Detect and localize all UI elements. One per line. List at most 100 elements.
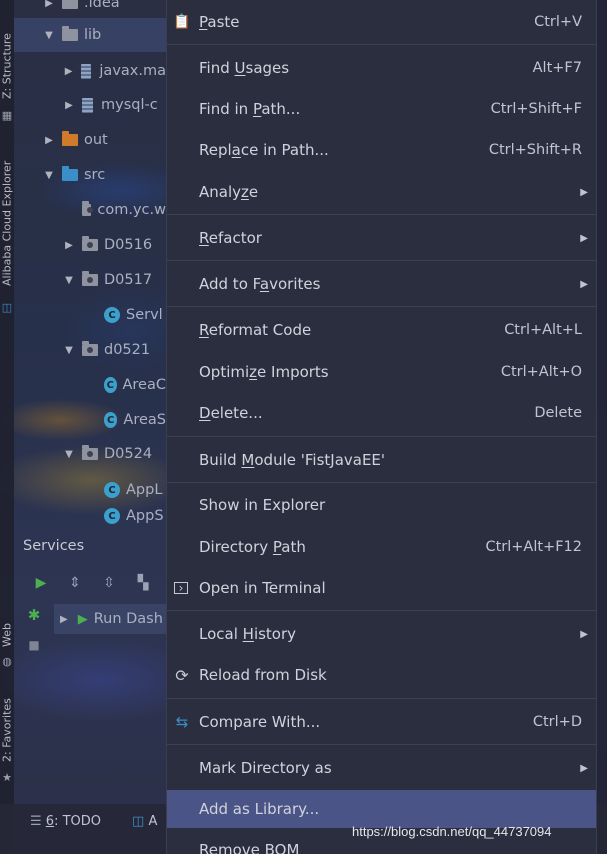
tree-item-areas-class[interactable]: C AreaS <box>14 403 166 437</box>
menu-separator <box>167 698 596 699</box>
compare-icon: ⇆ <box>175 713 189 731</box>
services-panel-title: Services <box>23 538 85 554</box>
tree-item-d0521[interactable]: ▼ d0521 <box>14 333 166 367</box>
class-icon: C <box>104 412 118 428</box>
tree-item-out[interactable]: ▶ out <box>14 123 166 157</box>
alibaba-cloud-icon: ◫ <box>1 301 13 314</box>
collapse-all-icon[interactable]: ⇳ <box>94 575 124 591</box>
shortcut-label: Alt+F7 <box>532 60 582 76</box>
tree-item-apps-class[interactable]: C AppS <box>14 508 166 528</box>
editor-edge <box>597 0 607 854</box>
menu-item-replace-in-path[interactable]: Replace in Path... Ctrl+Shift+R <box>167 130 596 170</box>
tree-item-com-yc[interactable]: com.yc.w <box>14 193 166 227</box>
list-icon: ☰ <box>30 814 42 829</box>
chevron-right-icon[interactable]: ▶ <box>44 0 54 9</box>
shortcut-label: Ctrl+Shift+R <box>488 142 582 158</box>
watermark: https://blog.csdn.net/qq_44737094 <box>352 824 552 839</box>
menu-item-delete[interactable]: Delete... Delete <box>167 393 596 433</box>
package-icon <box>82 271 98 286</box>
chevron-right-icon[interactable]: ▶ <box>64 100 74 111</box>
menu-item-optimize-imports[interactable]: Optimize Imports Ctrl+Alt+O <box>167 352 596 392</box>
jar-icon <box>82 97 93 113</box>
package-icon <box>82 201 94 216</box>
menu-item-open-in-terminal[interactable]: › Open in Terminal <box>167 568 596 608</box>
shortcut-label: Delete <box>534 405 582 421</box>
shortcut-label: Ctrl+Alt+O <box>500 364 582 380</box>
tree-item-d0517[interactable]: ▼ D0517 <box>14 263 166 297</box>
package-icon <box>82 236 98 251</box>
tree-item-lib[interactable]: ▼ lib <box>14 18 166 52</box>
menu-item-add-to-favorites[interactable]: Add to Favorites ▶ <box>167 264 596 304</box>
submenu-arrow-icon: ▶ <box>580 232 588 244</box>
star-icon: ★ <box>2 771 12 784</box>
chevron-right-icon[interactable]: ▶ <box>64 240 74 251</box>
debug-icon[interactable]: ✱ <box>14 600 54 630</box>
tree-item-areac-class[interactable]: C AreaC <box>14 368 166 402</box>
menu-item-add-as-library[interactable]: Add as Library... <box>167 790 596 828</box>
menu-separator <box>167 436 596 437</box>
menu-item-reload-from-disk[interactable]: ⟳ Reload from Disk <box>167 655 596 695</box>
chevron-right-icon[interactable]: ▶ <box>44 135 54 146</box>
chevron-down-icon[interactable]: ▼ <box>64 275 74 286</box>
menu-separator <box>167 482 596 483</box>
favorites-tab[interactable]: 2: Favorites <box>0 694 14 766</box>
menu-item-compare-with[interactable]: ⇆ Compare With... Ctrl+D <box>167 702 596 742</box>
terminal-icon: › <box>174 581 188 595</box>
tree-item-src[interactable]: ▼ src <box>14 158 166 192</box>
stop-icon[interactable]: ■ <box>14 630 54 660</box>
menu-item-local-history[interactable]: Local History ▶ <box>167 614 596 654</box>
menu-separator <box>167 744 596 745</box>
chevron-down-icon[interactable]: ▼ <box>44 170 54 181</box>
menu-item-reformat-code[interactable]: Reformat Code Ctrl+Alt+L <box>167 310 596 350</box>
menu-separator <box>167 214 596 215</box>
menu-item-build-module[interactable]: Build Module 'FistJavaEE' <box>167 440 596 480</box>
folder-icon <box>62 26 78 41</box>
menu-item-find-usages[interactable]: Find Usages Alt+F7 <box>167 48 596 88</box>
menu-item-mark-directory-as[interactable]: Mark Directory as ▶ <box>167 748 596 788</box>
tree-item-mysql-jar[interactable]: ▶ mysql-c <box>14 88 166 122</box>
structure-icon: ▦ <box>1 109 13 122</box>
menu-separator <box>167 44 596 45</box>
chevron-down-icon[interactable]: ▼ <box>64 345 74 356</box>
shortcut-label: Ctrl+Alt+L <box>504 322 582 338</box>
menu-item-analyze[interactable]: Analyze ▶ <box>167 172 596 212</box>
alibaba-cloud-explorer-tab[interactable]: Alibaba Cloud Explorer <box>0 150 14 296</box>
class-icon: C <box>104 307 120 323</box>
chevron-down-icon[interactable]: ▼ <box>64 449 74 460</box>
submenu-arrow-icon: ▶ <box>580 278 588 290</box>
menu-item-paste[interactable]: 📋 Paste Ctrl+V <box>167 2 596 42</box>
menu-item-directory-path[interactable]: Directory Path Ctrl+Alt+F12 <box>167 527 596 567</box>
services-run-dashboard-item[interactable]: ▶ ▶ Run Dash <box>54 604 166 634</box>
jar-icon <box>81 63 92 79</box>
menu-item-find-in-path[interactable]: Find in Path... Ctrl+Shift+F <box>167 89 596 129</box>
package-icon <box>82 445 98 460</box>
structure-tab[interactable]: Z: Structure <box>0 28 14 104</box>
services-side-toolbar: ✱ ■ <box>14 600 54 810</box>
web-icon: ◍ <box>2 655 12 668</box>
alibaba-bottom-tab[interactable]: ◫ A <box>132 814 157 829</box>
menu-item-refactor[interactable]: Refactor ▶ <box>167 218 596 258</box>
tree-item-servlet-class[interactable]: C Servl <box>14 298 166 332</box>
chevron-right-icon[interactable]: ▶ <box>64 66 73 77</box>
expand-all-icon[interactable]: ⇕ <box>60 575 90 591</box>
tree-item-javax-jar[interactable]: ▶ javax.ma <box>14 54 166 88</box>
tree-item-d0516[interactable]: ▶ D0516 <box>14 228 166 262</box>
chevron-down-icon[interactable]: ▼ <box>44 30 54 41</box>
run-icon: ▶ <box>77 611 88 627</box>
tree-item-idea[interactable]: ▶ .idea <box>14 0 166 20</box>
group-icon[interactable]: ▚ <box>128 575 158 591</box>
folder-blue-icon <box>62 166 78 181</box>
reload-icon: ⟳ <box>175 665 189 685</box>
tree-item-d0524[interactable]: ▼ D0524 <box>14 437 166 471</box>
todo-tab[interactable]: ☰ 6: TODO <box>30 814 101 829</box>
menu-separator <box>167 260 596 261</box>
menu-separator <box>167 610 596 611</box>
run-icon[interactable]: ▶ <box>26 575 56 591</box>
clipboard-icon: 📋 <box>173 14 191 30</box>
shortcut-label: Ctrl+V <box>534 14 582 30</box>
tree-item-appl-class[interactable]: C AppL <box>14 473 166 507</box>
chevron-right-icon[interactable]: ▶ <box>60 614 68 625</box>
web-tab[interactable]: Web <box>0 620 14 650</box>
menu-separator <box>167 306 596 307</box>
menu-item-show-in-explorer[interactable]: Show in Explorer <box>167 485 596 525</box>
